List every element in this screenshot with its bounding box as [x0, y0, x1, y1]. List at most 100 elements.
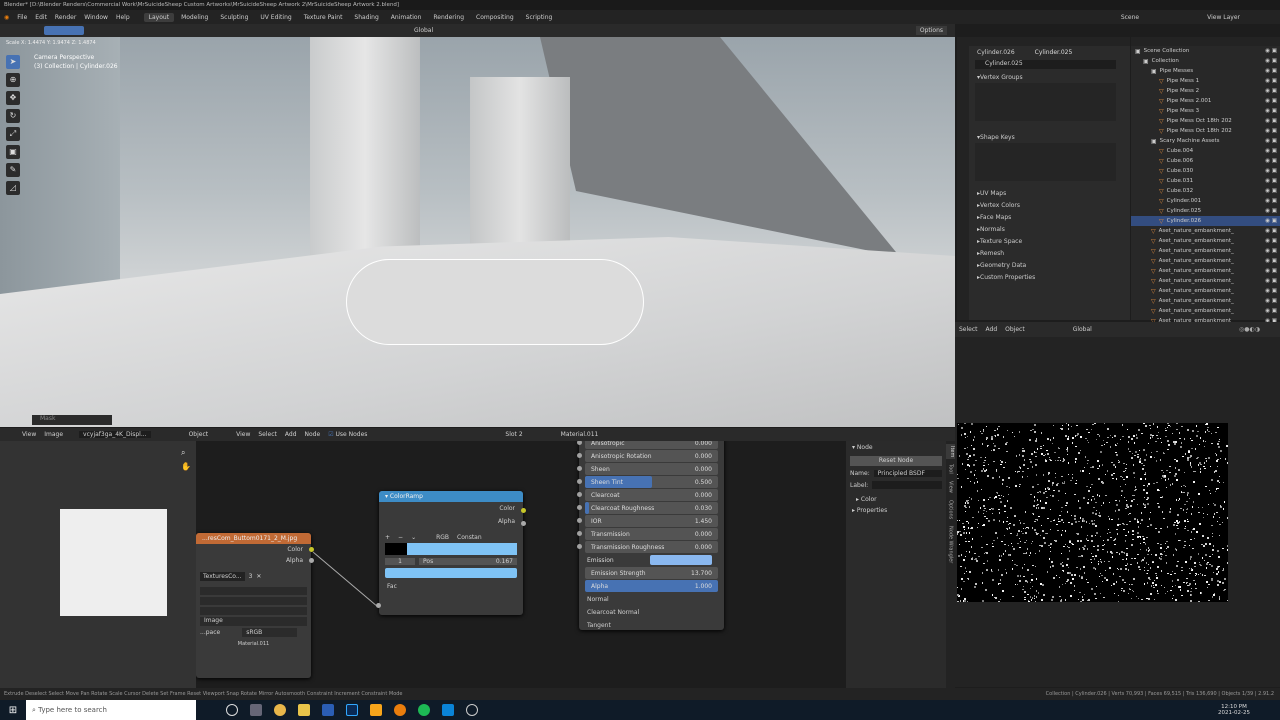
- sidebar-tab-view[interactable]: View: [948, 479, 954, 495]
- app-icon-2[interactable]: [370, 704, 382, 716]
- visibility-eye-icon[interactable]: ◉ ▣: [1265, 178, 1280, 184]
- panel-face-maps[interactable]: ▸ Face Maps: [957, 211, 1130, 223]
- outliner-item[interactable]: ▽ Aset_nature_embankment_ ◉ ▣: [1131, 246, 1280, 256]
- visibility-eye-icon[interactable]: ◉ ▣: [1265, 148, 1280, 154]
- panel-custom-properties[interactable]: ▸ Custom Properties: [957, 271, 1130, 283]
- image-menu-view[interactable]: View: [22, 431, 36, 438]
- panel-geometry-data[interactable]: ▸ Geometry Data: [957, 259, 1130, 271]
- visibility-eye-icon[interactable]: ◉ ▣: [1265, 248, 1280, 254]
- use-nodes-checkbox[interactable]: ☑ Use Nodes: [328, 431, 367, 438]
- slot-dropdown[interactable]: Slot 2: [505, 431, 522, 438]
- clock[interactable]: 12:10 PM 2021-02-25: [1218, 704, 1250, 716]
- visibility-eye-icon[interactable]: ◉ ▣: [1265, 138, 1280, 144]
- pan-hand-icon[interactable]: ✋: [181, 462, 191, 471]
- outliner-item[interactable]: ▽ Aset_nature_embankment_ ◉ ▣: [1131, 236, 1280, 246]
- cortana-icon[interactable]: [226, 704, 238, 716]
- emission-color-swatch[interactable]: [650, 555, 712, 565]
- visibility-eye-icon[interactable]: ◉ ▣: [1265, 288, 1280, 294]
- input-socket[interactable]: [577, 505, 582, 510]
- properties-tabs[interactable]: [957, 46, 969, 320]
- image-texture-node[interactable]: ...resCom_Buttom0171_2_M.jpg Color Alpha…: [196, 533, 314, 678]
- visibility-eye-icon[interactable]: ◉ ▣: [1265, 308, 1280, 314]
- bsdf-field[interactable]: Sheen Tint 0.500: [577, 476, 718, 488]
- transform-orientation-dropdown[interactable]: Global: [414, 27, 433, 34]
- zoom-icon[interactable]: ⌕: [181, 448, 185, 458]
- close-icon[interactable]: ✕: [256, 573, 261, 580]
- ramp-menu-button[interactable]: ⌄: [411, 534, 416, 541]
- options-dropdown[interactable]: Options: [915, 26, 947, 35]
- select-mode-buttons[interactable]: [44, 26, 84, 35]
- scene-selector[interactable]: Scene: [1121, 14, 1139, 21]
- tab-modeling[interactable]: Modeling: [176, 13, 213, 22]
- app-icon-3[interactable]: [442, 704, 454, 716]
- sidebar-tab-tool[interactable]: Tool: [948, 462, 954, 476]
- object-mode-dropdown[interactable]: Object: [189, 431, 209, 438]
- bsdf-field[interactable]: Anisotropic 0.000: [577, 441, 718, 449]
- input-socket[interactable]: [577, 441, 582, 445]
- visibility-eye-icon[interactable]: ◉ ▣: [1265, 68, 1280, 74]
- interpolation-dropdown[interactable]: [200, 587, 307, 595]
- outliner-item[interactable]: ▽ Aset_nature_embankment_ ◉ ▣: [1131, 226, 1280, 236]
- projection-dropdown[interactable]: [200, 597, 307, 605]
- tab-shading[interactable]: Shading: [349, 13, 383, 22]
- visibility-eye-icon[interactable]: ◉ ▣: [1265, 168, 1280, 174]
- visibility-eye-icon[interactable]: ◉ ▣: [1265, 218, 1280, 224]
- sidebar-tab-node-wrangler[interactable]: Node Wrangler: [948, 524, 954, 565]
- visibility-eye-icon[interactable]: ◉ ▣: [1265, 98, 1280, 104]
- bsdf-field[interactable]: Anisotropic Rotation 0.000: [577, 450, 718, 462]
- outliner-search[interactable]: [1131, 37, 1280, 46]
- socket-fac[interactable]: [376, 603, 381, 608]
- colorramp-node[interactable]: ▾ ColorRamp Color Alpha + − ⌄ RGB Constan 1P…: [376, 491, 526, 615]
- menu-add[interactable]: Add: [986, 326, 998, 333]
- socket-color[interactable]: [521, 508, 526, 513]
- socket-color[interactable]: [309, 547, 314, 552]
- visibility-eye-icon[interactable]: ◉ ▣: [1265, 258, 1280, 264]
- rotate-tool-icon[interactable]: ↻: [6, 109, 20, 123]
- principled-bsdf-node[interactable]: Anisotropic 0.000 Anisotropic Rotation 0.00…: [577, 441, 724, 630]
- outliner-item[interactable]: ▽ Aset_nature_embankment_ ◉ ▣: [1131, 266, 1280, 276]
- node-label-field[interactable]: [872, 481, 942, 489]
- selected-cylinder-object[interactable]: [346, 259, 644, 345]
- node-section-header[interactable]: ▾ Node: [846, 441, 946, 454]
- visibility-eye-icon[interactable]: ◉ ▣: [1265, 228, 1280, 234]
- panel-normals[interactable]: ▸ Normals: [957, 223, 1130, 235]
- color-mode-dropdown[interactable]: RGB: [436, 534, 449, 541]
- shading-modes[interactable]: ◎●◐◑: [1239, 326, 1260, 333]
- outliner-item[interactable]: ▽ Aset_nature_embankment_ ◉ ▣: [1131, 306, 1280, 316]
- node-editor[interactable]: ...resCom_Buttom0171_2_M.jpg Color Alpha…: [196, 441, 846, 688]
- extension-dropdown[interactable]: [200, 607, 307, 615]
- node-menu-add[interactable]: Add: [285, 431, 297, 438]
- outliner-item[interactable]: ▽ Aset_nature_embankment_ ◉ ▣: [1131, 256, 1280, 266]
- outliner-item[interactable]: ▣ Collection ◉ ▣: [1131, 56, 1280, 66]
- tab-layout[interactable]: Layout: [143, 12, 175, 22]
- bsdf-field[interactable]: Sheen 0.000: [577, 463, 718, 475]
- panel-remesh[interactable]: ▸ Remesh: [957, 247, 1130, 259]
- tab-compositing[interactable]: Compositing: [471, 13, 519, 22]
- shape-keys-list[interactable]: [975, 143, 1116, 181]
- image-name-field[interactable]: vcyjaf3ga_4K_Displ...: [79, 431, 151, 438]
- select-tool-icon[interactable]: ➤: [6, 55, 20, 69]
- panel-vertex-colors[interactable]: ▸ Vertex Colors: [957, 199, 1130, 211]
- input-socket[interactable]: [577, 492, 582, 497]
- image-menu-image[interactable]: Image: [44, 431, 63, 438]
- menu-select[interactable]: Select: [959, 326, 978, 333]
- orientation-dropdown[interactable]: Global: [1073, 326, 1092, 333]
- outliner-item[interactable]: ▽ Pipe Mess 3 ◉ ▣: [1131, 106, 1280, 116]
- tab-animation[interactable]: Animation: [386, 13, 427, 22]
- blender-logo-icon[interactable]: ◉: [4, 14, 9, 21]
- outliner-item[interactable]: ▽ Cylinder.001 ◉ ▣: [1131, 196, 1280, 206]
- menu-help[interactable]: Help: [116, 14, 130, 21]
- tab-rendering[interactable]: Rendering: [428, 13, 469, 22]
- file-explorer-icon[interactable]: [298, 704, 310, 716]
- visibility-eye-icon[interactable]: ◉ ▣: [1265, 158, 1280, 164]
- outliner-item[interactable]: ▽ Cube.031 ◉ ▣: [1131, 176, 1280, 186]
- outliner-item[interactable]: ▣ Scary Machine Assets ◉ ▣: [1131, 136, 1280, 146]
- emission-strength-field[interactable]: Emission Strength 13.700: [585, 567, 718, 579]
- visibility-eye-icon[interactable]: ◉ ▣: [1265, 128, 1280, 134]
- interpolation-dropdown[interactable]: Constan: [457, 534, 482, 541]
- menu-render[interactable]: Render: [55, 14, 76, 21]
- photoshop-icon[interactable]: [346, 704, 358, 716]
- outliner-item[interactable]: ▣ Pipe Messes ◉ ▣: [1131, 66, 1280, 76]
- input-socket[interactable]: [577, 544, 582, 549]
- bsdf-field[interactable]: Clearcoat Roughness 0.030: [577, 502, 718, 514]
